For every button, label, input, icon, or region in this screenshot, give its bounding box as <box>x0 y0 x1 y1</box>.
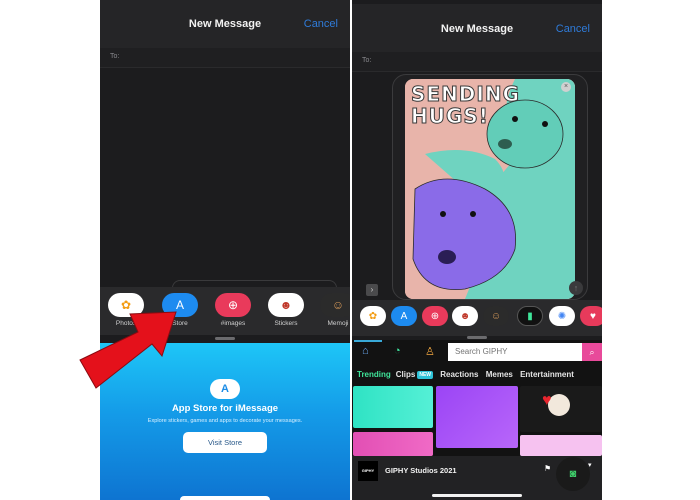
cancel-button[interactable]: Cancel <box>304 18 338 30</box>
app-store-icon[interactable]: A <box>391 306 417 326</box>
new-badge: NEW <box>417 370 434 379</box>
search-icon[interactable]: ⌕ <box>582 343 602 361</box>
nav-bar: New Message Cancel <box>100 0 350 48</box>
right-phone-screen: New Message Cancel To: SENDING HUGS! × ↑… <box>352 0 602 500</box>
store-title: App Store for iMessage <box>171 403 279 414</box>
active-tab-indicator <box>354 340 382 342</box>
category-trending[interactable]: Trending <box>357 370 391 379</box>
app-label: Stickers <box>274 320 298 327</box>
to-field[interactable]: To: <box>352 52 602 72</box>
message-input[interactable]: SENDING HUGS! × ↑ <box>392 74 588 300</box>
images-search-icon[interactable]: ⊕ <box>422 306 448 326</box>
store-bottom-button[interactable] <box>180 496 270 500</box>
more-icon[interactable]: ▾ <box>588 461 592 469</box>
channel-name[interactable]: GIPHY Studios 2021 <box>385 466 457 475</box>
flag-icon[interactable]: ⚑ <box>544 464 551 473</box>
giphy-search-input[interactable] <box>448 343 582 361</box>
sticker-preview: SENDING HUGS! × <box>405 79 575 299</box>
gif-tile[interactable] <box>353 386 433 428</box>
gif-tile[interactable] <box>353 432 433 456</box>
to-label: To: <box>362 57 372 64</box>
stickers-icon[interactable]: ☻ <box>452 306 478 326</box>
app-drawer: ✿ A ⊕ ☻ ☺ ▮ ✺ ♥ <box>352 300 602 339</box>
sticker-text: SENDING HUGS! <box>410 82 521 128</box>
nav-bar: New Message Cancel <box>352 4 602 52</box>
conversation-area <box>100 68 350 288</box>
camera-icon[interactable]: ◙ <box>556 457 590 491</box>
screenshot-stage: New Message Cancel To: ✿ Photos A Store … <box>0 0 700 500</box>
category-clips[interactable]: Clips <box>396 370 416 379</box>
images-search-icon[interactable]: ⊕ <box>215 293 251 317</box>
heart-icon: ♥ <box>542 392 552 409</box>
to-field[interactable]: To: <box>100 48 350 68</box>
gif-tile[interactable] <box>436 386 518 448</box>
left-phone-screen: New Message Cancel To: ✿ Photos A Store … <box>100 0 350 500</box>
app-store-icon: A <box>210 379 240 399</box>
heart-app-icon[interactable]: ♥ <box>580 306 602 326</box>
giphy-icon[interactable]: ▮ <box>517 306 543 326</box>
app-label: Memoji <box>327 320 349 327</box>
sticker-text-line: SENDING <box>410 82 521 106</box>
giphy-logo: GIPHY <box>358 461 378 481</box>
home-icon[interactable]: ⌂ <box>362 345 369 357</box>
profile-icon[interactable]: ♙ <box>425 345 435 358</box>
send-arrow-icon[interactable]: ↑ <box>569 281 583 295</box>
category-entertainment[interactable]: Entertainment <box>520 370 574 379</box>
gif-tile-heart-bird[interactable]: ♥ <box>520 386 602 432</box>
red-arrow-annotation <box>79 311 177 389</box>
giphy-categories: Trending Clips NEW Reactions Memes Enterta… <box>357 370 602 382</box>
memoji-icon[interactable]: ☺ <box>320 293 350 317</box>
home-indicator <box>432 494 522 497</box>
cancel-button[interactable]: Cancel <box>556 23 590 35</box>
giphy-panel: ⌂ ◔ ♙ ⌕ Trending ClipsNEW Reactions Memes… <box>352 340 602 500</box>
google-photos-icon[interactable]: ✺ <box>549 306 575 326</box>
sticker-text-line: HUGS! <box>410 104 489 128</box>
category-reactions[interactable]: Reactions <box>440 370 478 379</box>
drawer-grabber[interactable] <box>467 336 487 339</box>
drawer-grabber[interactable] <box>215 337 235 340</box>
category-memes[interactable]: Memes <box>486 370 513 379</box>
store-subtitle: Explore stickers, games and apps to deco… <box>147 418 303 424</box>
to-label: To: <box>110 53 120 60</box>
sticker-tab-icon[interactable]: ◔ <box>394 345 401 357</box>
photos-icon[interactable]: ✿ <box>360 306 386 326</box>
arrow-shape <box>79 311 177 389</box>
memoji-icon[interactable]: ☺ <box>483 306 509 326</box>
app-label: #images <box>220 320 246 327</box>
gif-tile[interactable] <box>520 435 602 456</box>
remove-sticker-icon[interactable]: × <box>561 82 571 92</box>
expand-chevron-icon[interactable]: › <box>366 284 378 296</box>
stickers-icon[interactable]: ☻ <box>268 293 304 317</box>
giphy-channel-bar: GIPHY GIPHY Studios 2021 ⚑ ◙ ▾ <box>352 456 602 500</box>
giphy-toolbar: ⌂ ◔ ♙ ⌕ <box>352 340 602 365</box>
visit-store-button[interactable]: Visit Store <box>183 432 267 453</box>
